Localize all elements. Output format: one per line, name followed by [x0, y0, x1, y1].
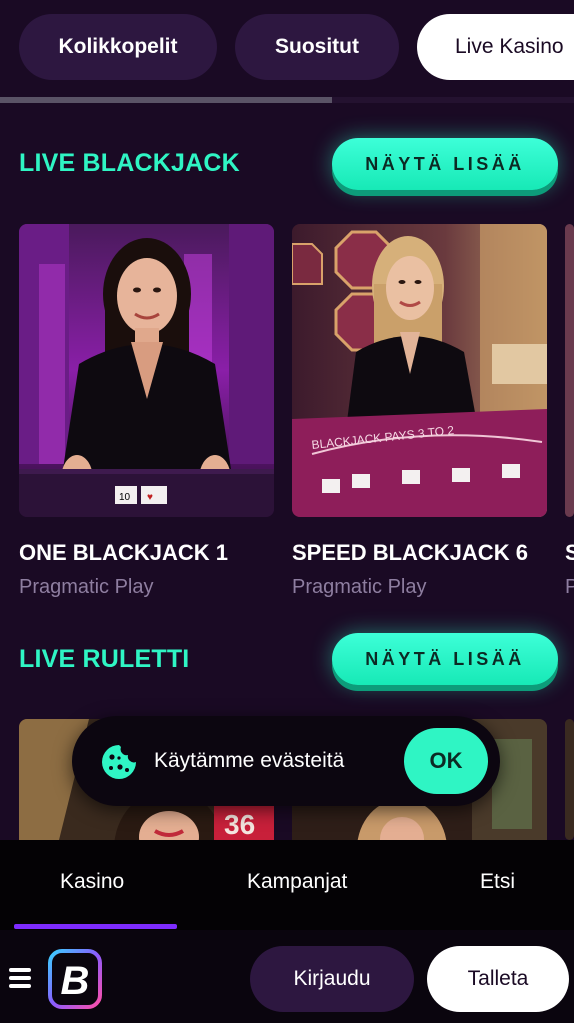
game-thumbnail[interactable]: 10 ♥ [19, 224, 274, 517]
game-title: SPEED BLACKJACK 6 [292, 540, 528, 565]
show-more-roulette-button[interactable]: NÄYTÄ LISÄÄ [332, 633, 558, 685]
bottom-navigation: Kasino Kampanjat Etsi [0, 840, 574, 930]
section-title-live-ruletti: LIVE RULETTI [19, 645, 190, 673]
game-provider: Pragmatic Play [292, 576, 427, 598]
tab-kolikkopelit[interactable]: Kolikkopelit [19, 14, 217, 80]
dealer-image: 10 ♥ [19, 224, 274, 517]
game-provider: Pragmatic Play [19, 576, 154, 598]
deposit-button[interactable]: Talleta [427, 946, 569, 1012]
footer-bar: B Kirjaudu Talleta [0, 930, 574, 1023]
game-card-partial[interactable]: S P [565, 224, 574, 604]
game-card-roulette-partial[interactable] [565, 719, 574, 840]
nav-item-kampanjat[interactable]: Kampanjat [247, 870, 347, 894]
section-title-live-blackjack: LIVE BLACKJACK [19, 149, 240, 177]
tabs-scrollbar-thumb[interactable] [0, 97, 332, 103]
game-thumbnail[interactable] [565, 224, 574, 517]
game-provider: P [565, 576, 574, 598]
game-card-one-blackjack[interactable]: 10 ♥ ONE BLACKJACK 1 Pragmatic Play [19, 224, 274, 604]
brand-logo[interactable]: B [47, 948, 103, 1010]
nav-active-indicator [14, 924, 177, 929]
svg-text:♥: ♥ [147, 492, 153, 503]
logo-letter: B [61, 959, 90, 1003]
nav-item-etsi[interactable]: Etsi [480, 870, 515, 894]
cookie-consent-bar: Käytämme evästeitä OK [72, 716, 500, 806]
login-button[interactable]: Kirjaudu [250, 946, 414, 1012]
category-tabs: Kolikkopelit Suositut Live Kasino [0, 0, 574, 104]
menu-icon[interactable] [9, 968, 31, 988]
show-more-blackjack-button[interactable]: NÄYTÄ LISÄÄ [332, 138, 558, 190]
roulette-number: 36 [224, 809, 255, 840]
cookie-icon [102, 745, 136, 779]
dealer-image: BLACKJACK PAYS 3 TO 2 [292, 224, 547, 517]
svg-text:10: 10 [119, 492, 131, 503]
game-thumbnail[interactable] [565, 719, 574, 840]
game-thumbnail[interactable]: BLACKJACK PAYS 3 TO 2 [292, 224, 547, 517]
tab-suositut[interactable]: Suositut [235, 14, 399, 80]
nav-item-kasino[interactable]: Kasino [60, 870, 124, 894]
cookie-ok-button[interactable]: OK [404, 728, 488, 794]
game-card-speed-blackjack[interactable]: BLACKJACK PAYS 3 TO 2 SPEED BLACKJACK 6 … [292, 224, 547, 604]
game-title: S [565, 540, 574, 565]
cookie-message: Käytämme evästeitä [154, 749, 345, 772]
game-title: ONE BLACKJACK 1 [19, 540, 229, 565]
tab-live-kasino[interactable]: Live Kasino [417, 14, 574, 80]
